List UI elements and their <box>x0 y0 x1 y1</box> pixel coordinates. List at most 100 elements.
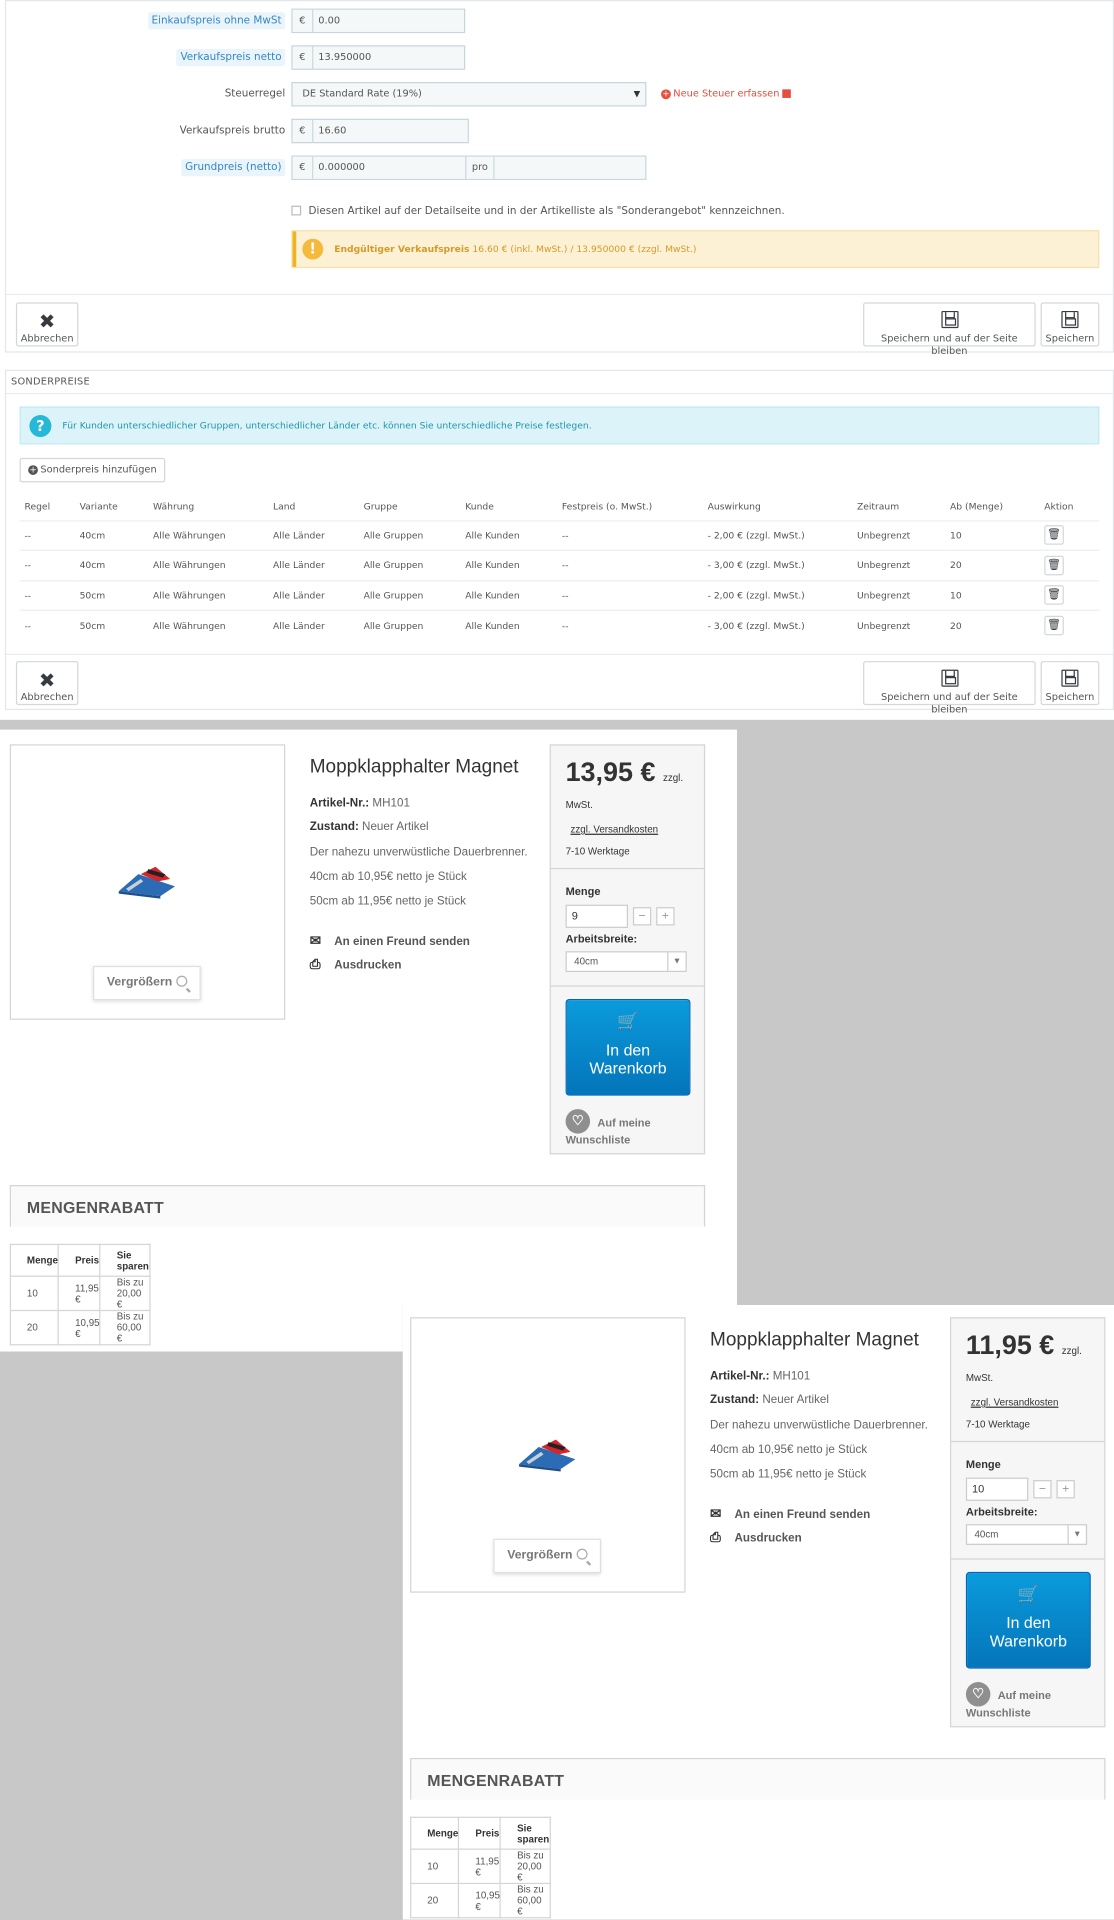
shipping-cost-link[interactable]: zzgl. Versandkosten <box>971 1397 1059 1408</box>
trash-icon[interactable]: 🗑 <box>1044 555 1064 576</box>
special-prices-title: SONDERPREISE <box>11 375 90 387</box>
purchase-price-input[interactable]: € 0.00 <box>291 8 466 34</box>
product-description: 40cm ab 10,95€ netto je Stück <box>710 1443 868 1457</box>
product-image-box[interactable]: Vergrößern <box>410 1317 686 1593</box>
cancel-label: Abbrechen <box>20 332 74 345</box>
chevron-down-icon: ▼ <box>1067 1525 1086 1544</box>
quantity-increase-button[interactable]: + <box>656 907 675 926</box>
close-icon: ✖ <box>38 309 56 333</box>
table-cell: 20 <box>410 1882 460 1919</box>
wishlist-link[interactable]: ♡ Auf meine Wunschliste <box>965 1682 1101 1721</box>
floppy-disk-icon <box>1061 310 1079 329</box>
checkbox[interactable] <box>291 205 302 216</box>
vat-label: MwSt. <box>565 799 593 811</box>
zoom-button[interactable]: Vergrößern <box>493 1538 602 1574</box>
quantity-discount-header: MENGENRABATT <box>9 1185 706 1227</box>
trash-icon[interactable]: 🗑 <box>1044 525 1064 546</box>
save-label: Speichern <box>1045 691 1095 703</box>
table-cell: Alle Kunden <box>460 549 558 581</box>
price-suffix: zzgl. <box>1061 1345 1082 1357</box>
table-cell: Alle Länder <box>268 549 359 581</box>
shipping-cost-link[interactable]: zzgl. Versandkosten <box>570 824 658 835</box>
special-offer-checkbox[interactable]: Diesen Artikel auf der Detailseite und i… <box>291 204 785 219</box>
save-and-stay-button[interactable]: Speichern und auf der Seite bleiben <box>863 661 1036 715</box>
new-tax-link[interactable]: + Neue Steuer erfassen <box>661 82 791 106</box>
add-to-cart-button[interactable]: 🛒 In den Warenkorb <box>565 998 691 1096</box>
table-cell: -- <box>557 519 703 551</box>
add-special-price-button[interactable]: + Sonderpreis hinzufügen <box>19 457 166 483</box>
final-price-value: 16.60 € (inkl. MwSt.) / 13.950000 € (zzg… <box>472 243 697 255</box>
table-cell: 40cm <box>74 519 149 551</box>
divider <box>951 1558 1105 1560</box>
special-offer-label: Diesen Artikel auf der Detailseite und i… <box>308 205 785 218</box>
buy-box: 13,95 € zzgl. MwSt. zzgl. Versandkosten … <box>549 744 706 1155</box>
table-row: -- 50cm Alle Währungen Alle Länder Alle Grup… <box>19 609 1100 641</box>
save-button[interactable]: Speichern <box>1040 661 1100 706</box>
quantity-discount-table: Menge Preis Sie sparen 10 11,95 € Bis zu… <box>9 1243 151 1346</box>
unit-per-input[interactable] <box>494 156 646 179</box>
send-to-friend-link[interactable]: ✉ An einen Freund senden <box>710 1506 870 1522</box>
table-cell: Unbegrenzt <box>852 579 946 611</box>
table-cell: -- <box>557 549 703 581</box>
net-price-input[interactable]: € 13.950000 <box>291 45 466 70</box>
tax-rule-select[interactable]: DE Standard Rate (19%) ▼ <box>291 82 647 107</box>
column-header: Auswirkung <box>707 501 761 513</box>
cancel-button[interactable]: ✖ Abbrechen <box>15 661 79 706</box>
send-to-friend-link[interactable]: ✉ An einen Freund senden <box>310 933 470 949</box>
table-cell: Unbegrenzt <box>852 609 946 641</box>
quantity-decrease-button[interactable]: − <box>1033 1480 1052 1499</box>
net-price-row: Verkaufspreis netto € 13.950000 <box>6 45 1108 70</box>
wishlist-link[interactable]: ♡ Auf meine Wunschliste <box>565 1109 701 1148</box>
net-price-value: 13.950000 <box>313 46 464 69</box>
print-link[interactable]: ⎙ Ausdrucken <box>310 957 402 973</box>
column-header: Gruppe <box>363 501 398 513</box>
quantity-label: Menge <box>965 1458 1001 1471</box>
table-cell: 40cm <box>74 549 149 581</box>
table-header-row: Regel Variante Währung Land Gruppe Kunde… <box>20 493 1100 520</box>
working-width-select[interactable]: 40cm ▼ <box>965 1524 1088 1545</box>
save-and-stay-button[interactable]: Speichern und auf der Seite bleiben <box>863 302 1036 356</box>
print-link[interactable]: ⎙ Ausdrucken <box>710 1530 802 1546</box>
send-to-friend-label: An einen Freund senden <box>734 1508 871 1522</box>
add-to-cart-label: Warenkorb <box>989 1631 1067 1651</box>
trash-icon[interactable]: 🗑 <box>1044 615 1064 636</box>
unit-price-row: Grundpreis (netto) € 0.000000 pro <box>6 155 1108 180</box>
tax-rule-row: Steuerregel DE Standard Rate (19%) ▼ + Ne… <box>6 82 1108 107</box>
unit-price-input[interactable]: € 0.000000 pro <box>291 155 647 180</box>
table-header-row: Menge Preis Sie sparen <box>410 1816 551 1850</box>
product-condition: Zustand: Neuer Artikel <box>310 820 429 833</box>
table-row: -- 40cm Alle Währungen Alle Länder Alle Grup… <box>19 549 1100 581</box>
table-cell: -- <box>19 579 75 611</box>
gross-price-input[interactable]: € 16.60 <box>291 118 469 144</box>
cancel-button[interactable]: ✖ Abbrechen <box>15 302 79 347</box>
cart-icon: 🛒 <box>1017 1584 1040 1604</box>
table-cell: Alle Währungen <box>148 519 269 551</box>
special-prices-info: ? Für Kunden unterschiedlicher Gruppen, … <box>19 406 1100 445</box>
save-button[interactable]: Speichern <box>1040 302 1100 347</box>
quantity-input[interactable]: 9 <box>565 904 629 928</box>
condition-label: Zustand: <box>309 820 359 834</box>
quantity-increase-button[interactable]: + <box>1056 1480 1075 1499</box>
print-label: Ausdrucken <box>334 958 402 973</box>
quantity-input[interactable]: 10 <box>965 1477 1029 1501</box>
table-cell: - 2,00 € (zzgl. MwSt.) <box>702 579 853 611</box>
send-to-friend-label: An einen Freund senden <box>334 935 470 949</box>
add-to-cart-button[interactable]: 🛒 In den Warenkorb <box>965 1571 1091 1669</box>
add-to-cart-label: In den <box>1006 1613 1051 1632</box>
cancel-label: Abbrechen <box>20 691 74 703</box>
product-image-box[interactable]: Vergrößern <box>9 744 286 1020</box>
column-header: Aktion <box>1044 501 1074 513</box>
zoom-button[interactable]: Vergrößern <box>93 965 201 1001</box>
column-header: Preis <box>57 1243 101 1277</box>
heart-icon: ♡ <box>965 1682 991 1707</box>
zoom-label: Vergrößern <box>106 975 173 990</box>
plus-circle-icon: + <box>661 89 671 100</box>
table-row: 10 11,95 € Bis zu 20,00 € <box>9 1275 151 1312</box>
magnifier-icon <box>576 1548 588 1560</box>
quantity-decrease-button[interactable]: − <box>632 907 652 926</box>
floppy-disk-icon <box>940 669 958 687</box>
gross-price-value: 16.60 <box>313 119 468 143</box>
working-width-select[interactable]: 40cm ▼ <box>565 951 687 973</box>
table-cell: -- <box>19 609 75 641</box>
trash-icon[interactable]: 🗑 <box>1044 585 1064 606</box>
